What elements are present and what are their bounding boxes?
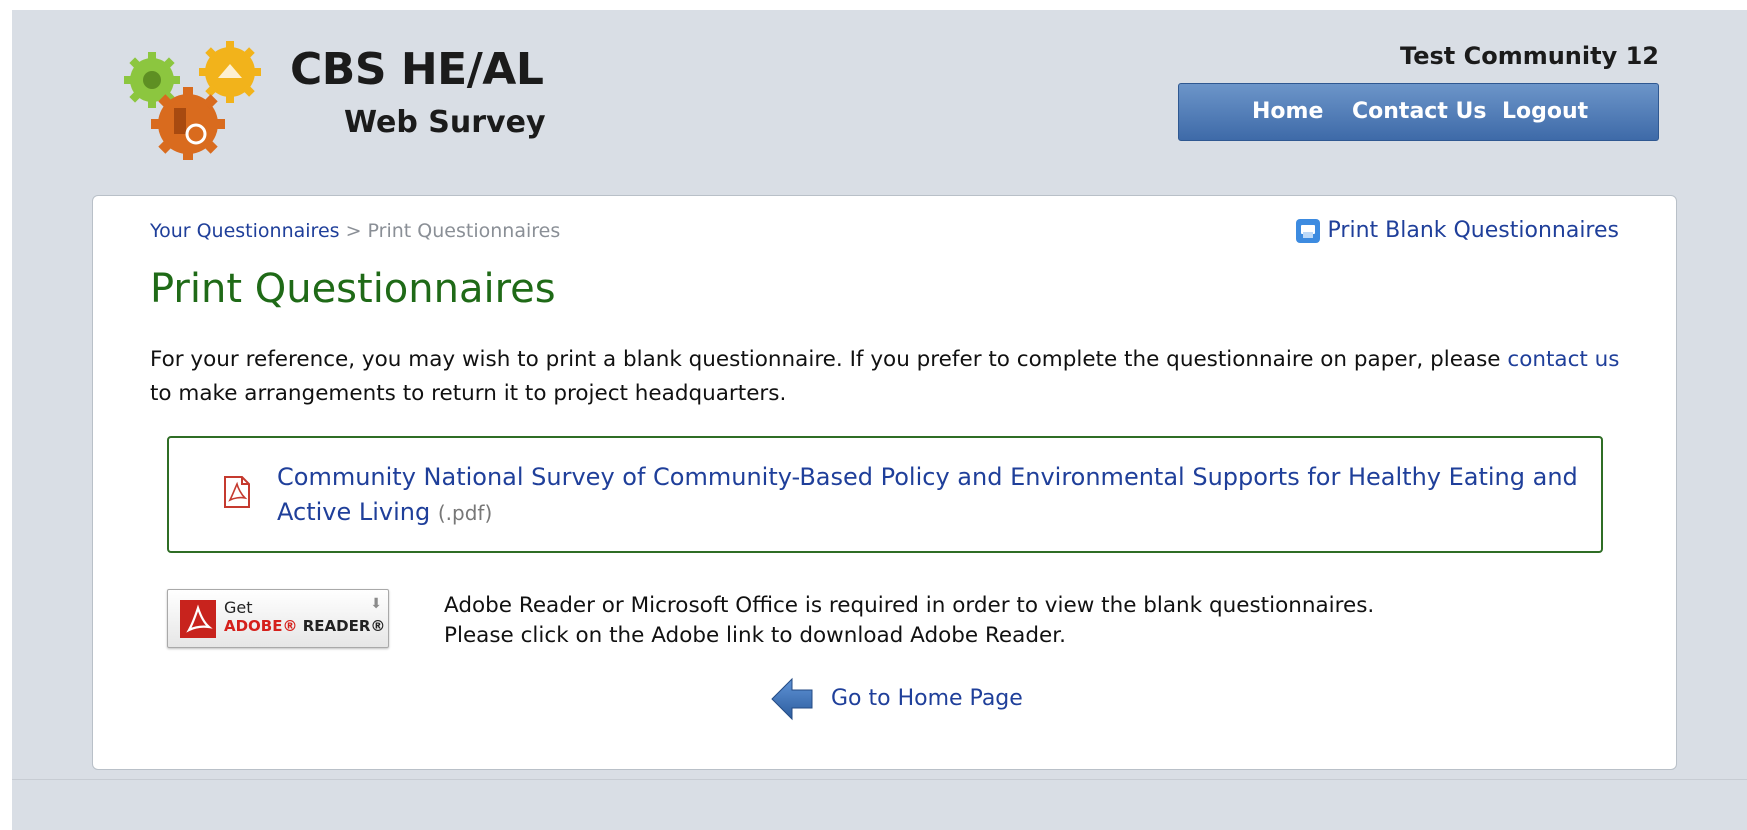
requirement-line-2: Please click on the Adobe link to downlo… <box>444 623 1066 648</box>
breadcrumb: Your Questionnaires > Print Questionnair… <box>150 220 560 242</box>
nav-contact-us[interactable]: Contact Us <box>1352 99 1486 124</box>
brand-subtitle: Web Survey <box>344 105 546 140</box>
intro-text-start: For your reference, you may wish to prin… <box>150 347 1508 372</box>
adobe-product-label: READER® <box>302 617 386 635</box>
adobe-get-label: Get <box>224 598 253 617</box>
intro-text: For your reference, you may wish to prin… <box>150 343 1620 411</box>
go-to-home-page-link[interactable]: Go to Home Page <box>831 686 1023 711</box>
download-arrow-icon: ⬇ <box>370 596 382 612</box>
requirement-text: Adobe Reader or Microsoft Office is requ… <box>444 591 1374 651</box>
print-blank-label: Print Blank Questionnaires <box>1327 218 1619 243</box>
adobe-reader-label: ADOBE® READER® <box>224 617 385 635</box>
back-arrow-icon[interactable] <box>770 675 814 723</box>
print-blank-questionnaires-link[interactable]: Print Blank Questionnaires <box>1295 218 1619 243</box>
breadcrumb-your-questionnaires[interactable]: Your Questionnaires <box>150 220 340 242</box>
footer-divider <box>12 779 1747 780</box>
file-extension: (.pdf) <box>437 501 493 525</box>
breadcrumb-separator: > <box>345 220 362 242</box>
intro-text-end: to make arrangements to return it to pro… <box>150 381 787 406</box>
community-name: Test Community 12 <box>1400 42 1659 70</box>
pdf-file-icon <box>224 476 250 508</box>
contact-us-link[interactable]: contact us <box>1507 347 1619 372</box>
page-title: Print Questionnaires <box>150 266 556 312</box>
get-adobe-reader-button[interactable]: Get ADOBE® READER® ⬇ <box>167 589 389 648</box>
adobe-reader-icon <box>180 600 216 638</box>
adobe-brand-label: ADOBE® <box>224 617 298 635</box>
breadcrumb-current: Print Questionnaires <box>367 220 561 242</box>
printer-icon <box>1295 218 1320 243</box>
brand-title: CBS HE/AL <box>290 44 544 95</box>
nav-logout[interactable]: Logout <box>1502 99 1588 124</box>
questionnaire-pdf-link[interactable]: Community National Survey of Community-B… <box>277 460 1597 531</box>
gears-logo-icon <box>124 41 261 160</box>
main-nav: Home Contact Us Logout <box>1178 83 1659 141</box>
requirement-line-1: Adobe Reader or Microsoft Office is requ… <box>444 593 1375 618</box>
nav-home[interactable]: Home <box>1252 99 1323 124</box>
